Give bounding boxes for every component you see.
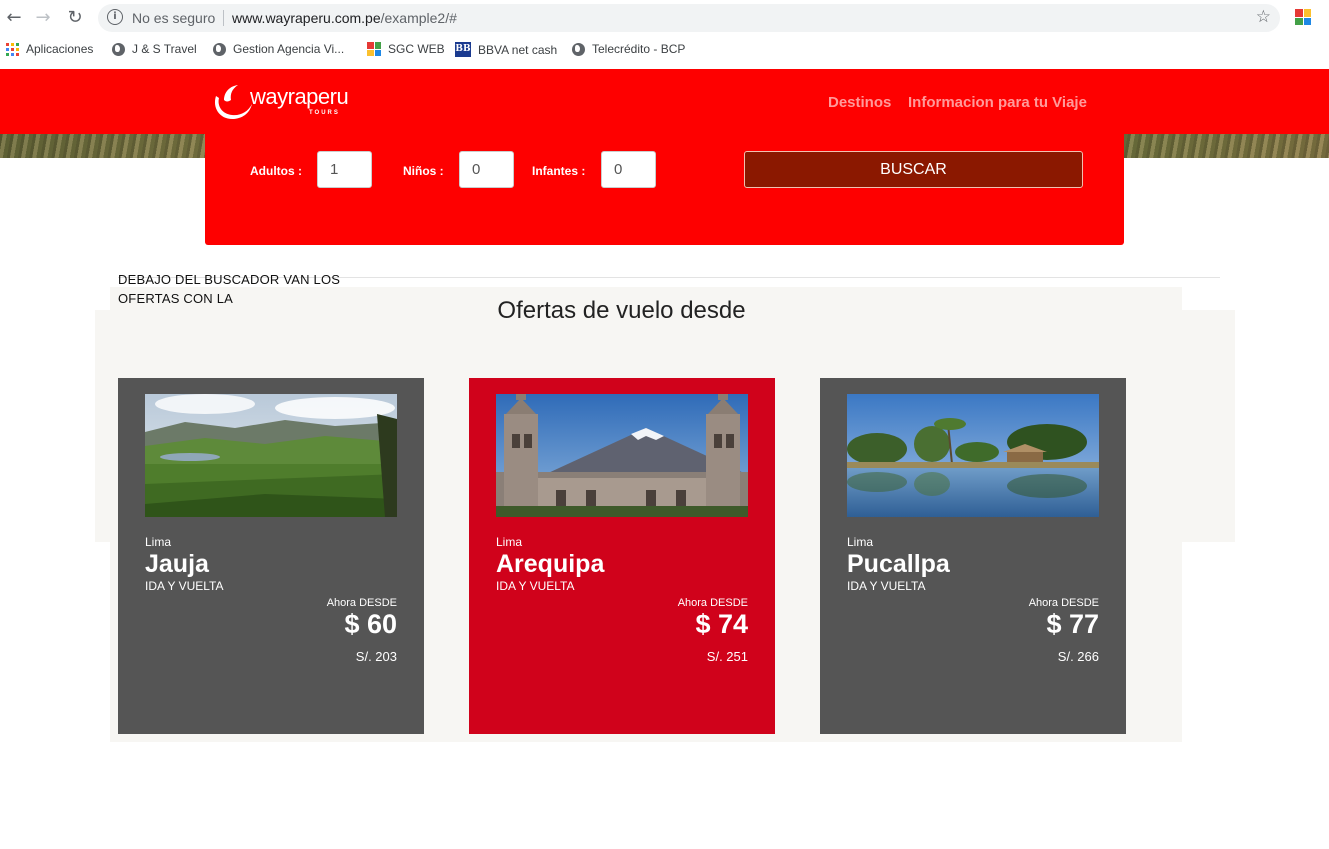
globe-icon [572, 42, 585, 56]
reload-icon[interactable]: ↻ [63, 6, 87, 30]
bookmark-gestion-agencia[interactable]: Gestion Agencia Vi... [213, 42, 344, 56]
nav-destinos[interactable]: Destinos [828, 94, 891, 111]
bookmark-label: BBVA net cash [478, 42, 558, 57]
bookmark-telecredito[interactable]: Telecrédito - BCP [572, 42, 685, 56]
adults-label: Adultos : [250, 164, 302, 178]
browser-chrome: ← → ↻ i No es seguro www.wayraperu.com.p… [0, 0, 1329, 69]
bookmark-label: Telecrédito - BCP [592, 42, 686, 56]
globe-icon [213, 42, 226, 56]
web-page: wayraperu TOURS Destinos Informacion par… [0, 69, 1329, 849]
forward-arrow-icon[interactable]: → [31, 6, 55, 30]
jungle-lake-photo [847, 394, 1099, 517]
offer-trip-type: IDA Y VUELTA [145, 579, 224, 593]
offer-from-label: Ahora DESDE [1028, 597, 1099, 609]
logo-swirl-icon [214, 85, 252, 120]
wayraperu-logo[interactable]: wayraperu TOURS [210, 82, 349, 122]
search-button[interactable]: BUSCAR [744, 151, 1083, 188]
offer-trip-type: IDA Y VUELTA [847, 579, 926, 593]
url-text[interactable]: www.wayraperu.com.pe/example2/# [232, 10, 457, 26]
adults-input[interactable]: 1 [317, 151, 372, 188]
cathedral-volcano-photo [496, 394, 748, 517]
logo-text: wayraperu [250, 84, 349, 109]
bookmark-star-icon[interactable]: ☆ [1256, 7, 1271, 27]
site-header: wayraperu TOURS Destinos Informacion par… [0, 69, 1329, 134]
bookmark-label: Aplicaciones [26, 42, 94, 56]
bookmark-label: SGC WEB [388, 42, 445, 56]
offer-price-soles: S/. 203 [355, 649, 397, 664]
back-arrow-icon[interactable]: ← [2, 6, 26, 30]
info-icon[interactable]: i [107, 9, 123, 25]
nav-informacion-viaje[interactable]: Informacion para tu Viaje [908, 94, 1087, 111]
offer-price-soles: S/. 266 [1057, 649, 1099, 664]
address-bar[interactable]: i No es seguro www.wayraperu.com.pe/exam… [98, 4, 1280, 32]
offer-price-soles: S/. 251 [706, 649, 748, 664]
offer-from-label: Ahora DESDE [677, 597, 748, 609]
offer-card-arequipa[interactable]: Lima Arequipa IDA Y VUELTA Ahora DESDE $… [469, 378, 775, 734]
bbva-icon: BB [455, 42, 471, 57]
offer-price-usd: $ 77 [1046, 609, 1099, 639]
offer-origin: Lima [847, 535, 874, 549]
offer-card-jauja[interactable]: Lima Jauja IDA Y VUELTA Ahora DESDE $ 60… [118, 378, 424, 734]
address-separator [223, 10, 224, 26]
bookmark-sgc-web[interactable]: SGC WEB [367, 42, 445, 56]
infants-input[interactable]: 0 [601, 151, 656, 188]
mountain-valley-photo [145, 394, 397, 517]
offer-price-usd: $ 60 [344, 609, 397, 639]
offer-origin: Lima [496, 535, 523, 549]
extension-icon[interactable] [1295, 9, 1311, 25]
bookmarks-bar: Aplicaciones J & S Travel Gestion Agenci… [0, 38, 1329, 62]
bookmark-label: Gestion Agencia Vi... [233, 42, 345, 56]
infants-label: Infantes : [532, 164, 586, 178]
globe-icon [112, 42, 125, 56]
apps-grid-icon [6, 42, 19, 56]
bookmark-aplicaciones[interactable]: Aplicaciones [6, 42, 93, 56]
children-label: Niños : [403, 164, 444, 178]
logo-subtitle: TOURS [309, 110, 340, 116]
offer-destination: Pucallpa [847, 550, 950, 578]
offers-title: Ofertas de vuelo desde [497, 297, 746, 324]
insecure-label: No es seguro [132, 10, 216, 26]
sgc-icon [367, 42, 381, 56]
offer-destination: Arequipa [496, 550, 605, 578]
offer-destination: Jauja [145, 550, 209, 578]
bookmark-label: J & S Travel [132, 42, 197, 56]
offer-card-pucallpa[interactable]: Lima Pucallpa IDA Y VUELTA Ahora DESDE $… [820, 378, 1126, 734]
bookmark-js-travel[interactable]: J & S Travel [112, 42, 197, 56]
offer-trip-type: IDA Y VUELTA [496, 579, 575, 593]
offer-price-usd: $ 74 [695, 609, 748, 639]
search-panel: Adultos : 1 Niños : 0 Infantes : 0 BUSCA… [205, 133, 1124, 245]
children-input[interactable]: 0 [459, 151, 514, 188]
offer-from-label: Ahora DESDE [326, 597, 397, 609]
bookmark-bbva[interactable]: BB BBVA net cash [455, 42, 557, 57]
offer-origin: Lima [145, 535, 172, 549]
